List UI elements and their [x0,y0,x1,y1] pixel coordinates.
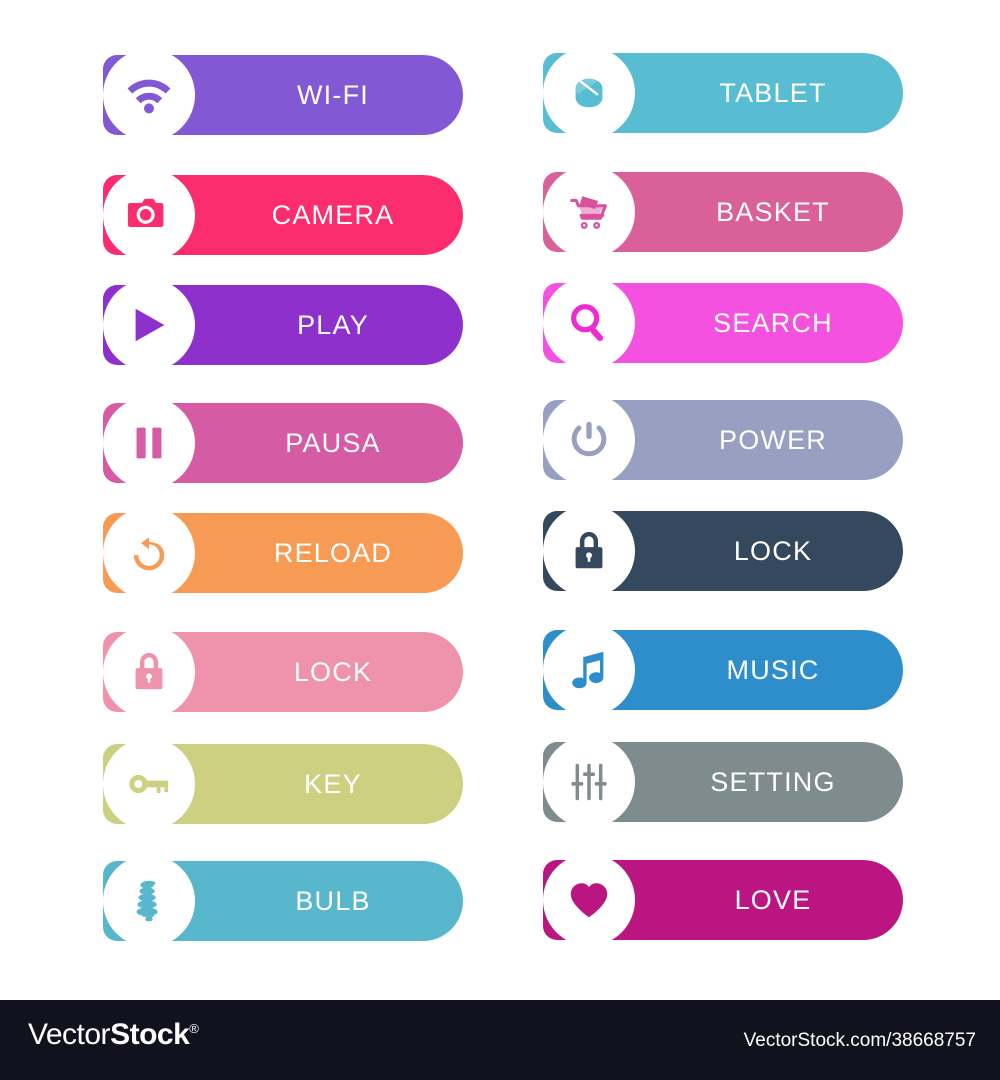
button-bar [543,511,903,591]
button-bar [543,742,903,822]
button-icon-badge [103,279,195,371]
button-icon-badge [103,855,195,947]
button-pausa[interactable]: PAUSA [103,397,463,489]
button-camera[interactable]: CAMERA [103,169,463,261]
button-search[interactable]: SEARCH [543,277,903,369]
button-icon-badge [103,507,195,599]
button-bar [103,632,463,712]
button-basket[interactable]: BASKET [543,166,903,258]
button-icon-badge [103,738,195,830]
basket-icon [566,189,612,235]
vectorstock-logo: VectorStock® [28,1018,199,1052]
button-icon-badge [543,166,635,258]
heart-icon [566,877,612,923]
logo-text-bold: Stock [110,1018,190,1051]
lock-icon [126,649,172,695]
button-icon-badge [103,169,195,261]
button-icon-badge [543,624,635,716]
button-icon-badge [543,277,635,369]
search-icon [566,300,612,346]
bulb-icon [126,878,172,924]
registered-mark-icon: ® [189,1021,199,1036]
button-bar [543,630,903,710]
button-love[interactable]: LOVE [543,854,903,946]
logo-text-light: Vector [28,1018,111,1051]
button-bar [543,172,903,252]
button-lock[interactable]: LOCK [543,505,903,597]
button-bulb[interactable]: BULB [103,855,463,947]
wifi-icon [126,72,172,118]
button-bar [543,53,903,133]
button-bar [103,55,463,135]
power-icon [566,417,612,463]
music-icon [566,647,612,693]
button-bar [543,860,903,940]
button-icon-badge [103,626,195,718]
setting-icon [566,759,612,805]
button-wi-fi[interactable]: WI-FI [103,49,463,141]
button-bar [103,744,463,824]
button-reload[interactable]: RELOAD [103,507,463,599]
button-bar [103,403,463,483]
button-icon-badge [543,854,635,946]
button-set-canvas: WI-FI CAMERA PLAY PAUSA RELOAD LOCK KEY BULB TA… [0,0,1000,1000]
button-icon-badge [103,49,195,141]
watermark-url: VectorStock.com/38668757 [743,1030,976,1051]
pause-icon [126,420,172,466]
button-power[interactable]: POWER [543,394,903,486]
button-play[interactable]: PLAY [103,279,463,371]
button-bar [543,400,903,480]
tablet-icon [566,70,612,116]
button-icon-badge [543,505,635,597]
button-bar [103,175,463,255]
button-bar [103,285,463,365]
button-bar [543,283,903,363]
button-lock[interactable]: LOCK [103,626,463,718]
watermark-footer: VectorStock® VectorStock.com/38668757 [0,1000,1000,1080]
button-icon-badge [543,394,635,486]
button-icon-badge [103,397,195,489]
key-icon [126,761,172,807]
button-bar [103,861,463,941]
lock-icon [566,528,612,574]
button-bar [103,513,463,593]
button-setting[interactable]: SETTING [543,736,903,828]
button-icon-badge [543,47,635,139]
button-music[interactable]: MUSIC [543,624,903,716]
play-icon [126,302,172,348]
camera-icon [126,192,172,238]
button-tablet[interactable]: TABLET [543,47,903,139]
button-icon-badge [543,736,635,828]
reload-icon [126,530,172,576]
button-key[interactable]: KEY [103,738,463,830]
